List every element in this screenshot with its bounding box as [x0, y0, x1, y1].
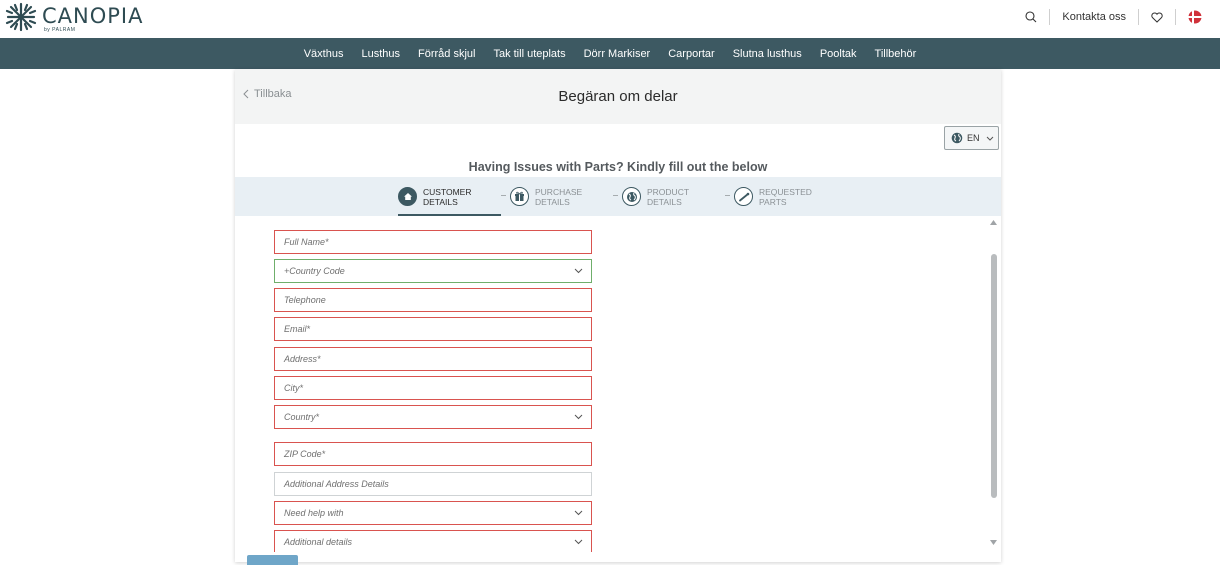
- page-title: Begäran om delar: [558, 88, 678, 105]
- utility-bar: Kontakta oss: [1025, 7, 1202, 27]
- chevron-down-icon: [574, 414, 583, 420]
- next-button[interactable]: [247, 555, 298, 565]
- canopia-logo-mark-icon: [5, 2, 37, 32]
- globe-icon: [951, 132, 963, 144]
- additional-details-value: Additional details: [284, 537, 353, 547]
- country-select[interactable]: Country*: [274, 405, 592, 429]
- danish-flag-icon[interactable]: [1188, 10, 1202, 24]
- main-nav: Växthus Lusthus Förråd skjul Tak till ut…: [0, 38, 1220, 69]
- parts-request-card: Tillbaka Begäran om delar EN Having Issu…: [235, 69, 1001, 565]
- step-requested-parts[interactable]: REQUESTED PARTS: [734, 177, 819, 216]
- brand-name: CANOPIA: [42, 4, 144, 28]
- step-customer-details[interactable]: CUSTOMER DETAILS: [398, 177, 483, 216]
- country-value: Country*: [284, 412, 320, 422]
- top-bar: CANOPIA by PALRAM Kontakta oss: [0, 0, 1220, 38]
- form-heading: Having Issues with Parts? Kindly fill ou…: [468, 160, 768, 174]
- nav-item-tak-till-uteplats[interactable]: Tak till uteplats: [493, 48, 565, 60]
- nav-item-forrad-skjul[interactable]: Förråd skjul: [418, 48, 475, 60]
- nav-item-carportar[interactable]: Carportar: [668, 48, 714, 60]
- step-label: PURCHASE DETAILS: [535, 186, 583, 207]
- divider: [1049, 9, 1051, 25]
- zip-code-field[interactable]: ZIP Code*: [274, 442, 592, 466]
- city-field[interactable]: City*: [274, 376, 592, 400]
- divider: [1175, 9, 1176, 25]
- step-connector: [501, 195, 506, 196]
- need-help-select[interactable]: Need help with: [274, 501, 592, 525]
- nav-item-slutna-lusthus[interactable]: Slutna lusthus: [733, 48, 802, 60]
- telephone-field[interactable]: Telephone: [274, 288, 592, 312]
- nav-item-dorr-markiser[interactable]: Dörr Markiser: [584, 48, 651, 60]
- home-icon: [398, 187, 417, 206]
- chevron-down-icon: [574, 510, 583, 516]
- contact-link[interactable]: Kontakta oss: [1062, 11, 1126, 23]
- language-value: EN: [967, 133, 980, 143]
- step-product-details[interactable]: PRODUCT DETAILS: [622, 177, 707, 216]
- nav-item-lusthus[interactable]: Lusthus: [361, 48, 400, 60]
- customer-details-form: Full Name* +Country Code Telephone Email…: [235, 216, 1001, 552]
- additional-address-field[interactable]: Additional Address Details: [274, 472, 592, 496]
- gift-icon: [510, 187, 529, 206]
- canopia-logo[interactable]: CANOPIA by PALRAM: [4, 2, 144, 34]
- tool-icon: [734, 187, 753, 206]
- email-field[interactable]: Email*: [274, 317, 592, 341]
- nav-item-pooltak[interactable]: Pooltak: [820, 48, 857, 60]
- search-icon[interactable]: [1025, 11, 1037, 23]
- stepper: CUSTOMER DETAILS PURCHASE DETAILS PRODUCT D…: [235, 177, 1001, 216]
- country-code-select[interactable]: +Country Code: [274, 259, 592, 283]
- full-name-field[interactable]: Full Name*: [274, 230, 592, 254]
- language-select[interactable]: EN: [944, 126, 999, 150]
- step-purchase-details[interactable]: PURCHASE DETAILS: [510, 177, 595, 216]
- nav-item-tillbehor[interactable]: Tillbehör: [875, 48, 917, 60]
- address-field[interactable]: Address*: [274, 347, 592, 371]
- additional-details-select[interactable]: Additional details: [274, 530, 592, 552]
- form-scrollbar[interactable]: [988, 216, 998, 552]
- chevron-down-icon: [574, 539, 583, 545]
- country-code-value: +Country Code: [284, 266, 345, 276]
- scroll-down-icon[interactable]: [990, 540, 997, 545]
- card-header: Tillbaka Begäran om delar: [235, 69, 1001, 124]
- step-label: REQUESTED PARTS: [759, 186, 812, 207]
- step-connector: [613, 195, 618, 196]
- divider: [1138, 9, 1139, 25]
- step-label: CUSTOMER DETAILS: [423, 186, 472, 207]
- nav-item-vaxthus[interactable]: Växthus: [304, 48, 344, 60]
- heart-icon[interactable]: [1151, 11, 1163, 23]
- need-help-value: Need help with: [284, 508, 344, 518]
- chevron-down-icon: [986, 136, 993, 141]
- scrollbar-thumb[interactable]: [991, 254, 997, 498]
- chevron-down-icon: [574, 268, 583, 274]
- scroll-up-icon[interactable]: [990, 220, 997, 225]
- step-connector: [725, 195, 730, 196]
- globe-icon: [622, 187, 641, 206]
- step-label: PRODUCT DETAILS: [647, 186, 690, 207]
